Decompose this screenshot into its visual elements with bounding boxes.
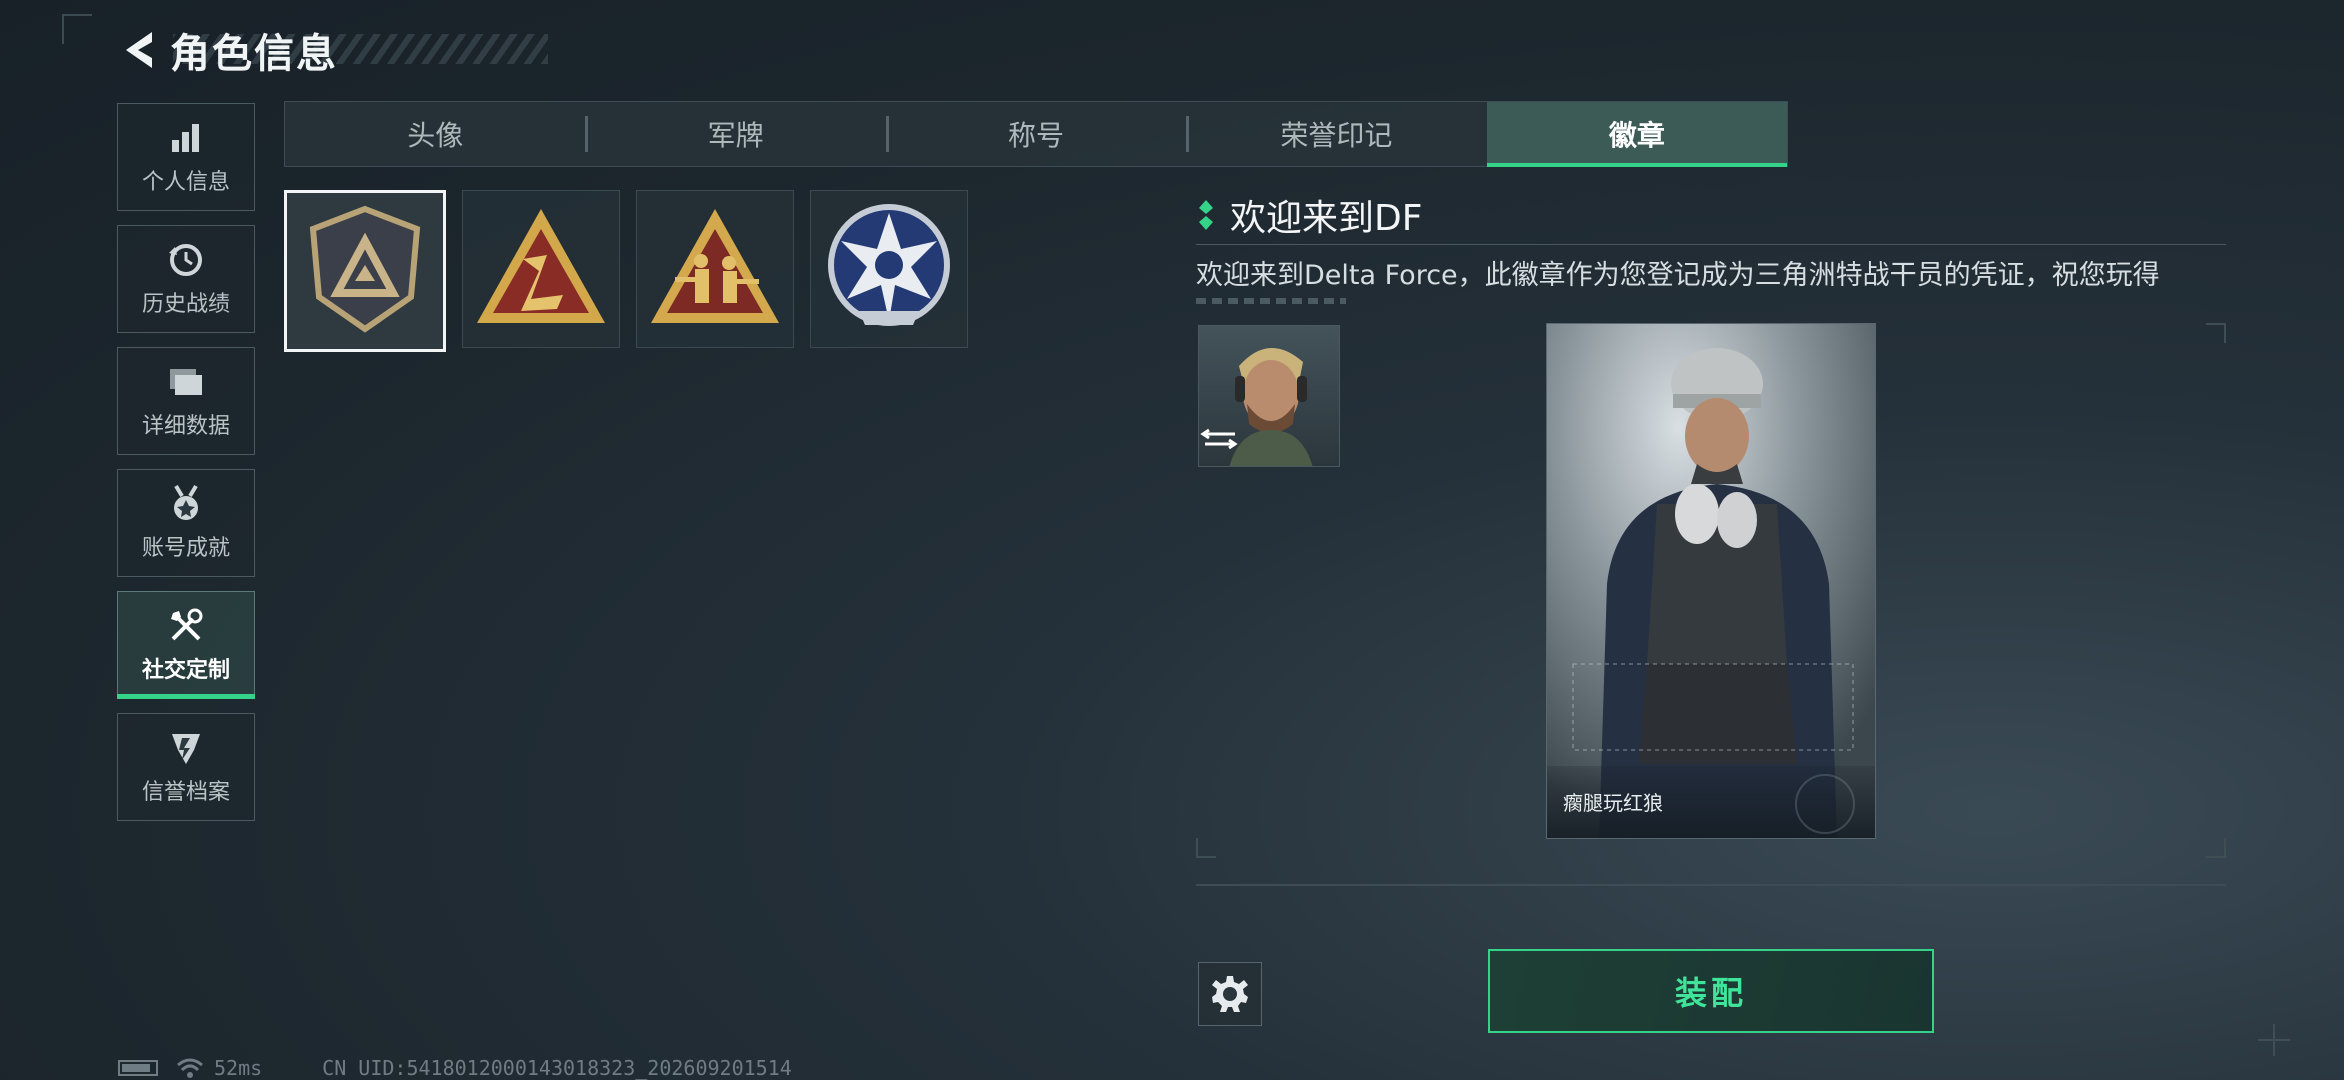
frame-corner [62,14,92,44]
plus-decoration-icon [2258,1024,2290,1056]
tab-badge[interactable]: 徽章 [1486,102,1788,167]
sidebar: 个人信息 历史战绩 详细数据 账号成就 社交定制 信誉档案 [117,103,255,835]
frame-corner [2206,323,2226,343]
card-ring-decoration [1795,774,1855,834]
sidebar-item-label: 详细数据 [141,414,230,439]
operator-card: 瘸腿玩红狼 [1546,323,1876,839]
operator-portrait-image [1199,326,1339,466]
history-clock-icon [166,240,206,280]
operator-avatar[interactable] [1198,325,1340,467]
sidebar-item-personal-info[interactable]: 个人信息 [117,103,255,211]
frame-corner [2206,838,2226,858]
tab-title[interactable]: 称号 [885,102,1186,166]
badge-item[interactable] [284,190,446,352]
badge-title: 欢迎来到DF [1230,198,1423,239]
page-header: 角色信息 [118,22,548,78]
badge-item[interactable] [636,190,794,348]
tab-dog-tag[interactable]: 军牌 [585,102,885,166]
badge-description: 欢迎来到Delta Force，此徽章作为您登记成为三角洲特战干员的凭证，祝您玩… [1196,260,2160,291]
player-name: 瘸腿玩红狼 [1563,791,1663,815]
ping-text: 52ms [214,1056,263,1080]
sidebar-item-label: 账号成就 [141,536,230,561]
frame-corner [1196,838,1216,858]
wifi-icon [177,1058,203,1078]
uid-text: CN UID:54180120001430183​23_202609201514 [322,1056,792,1080]
soldiers-triangle-badge-icon [651,209,779,323]
sidebar-item-label: 信誉档案 [141,780,230,805]
settings-button[interactable] [1198,962,1262,1026]
badge-item[interactable] [810,190,968,348]
faint-text-decoration [1196,298,1346,304]
credit-shield-icon [166,728,206,768]
badge-grid [284,190,968,352]
star-emblem-badge-icon [828,204,950,326]
sidebar-item-achievements[interactable]: 账号成就 [117,469,255,577]
sidebar-item-social-custom[interactable]: 社交定制 [117,591,255,699]
badge-detail-panel: 欢迎来到DF 欢迎来到Delta Force，此徽章作为您登记成为三角洲特战干员… [1196,190,2226,304]
gear-icon [1212,976,1248,1012]
sidebar-item-credit-file[interactable]: 信誉档案 [117,713,255,821]
sidebar-item-history[interactable]: 历史战绩 [117,225,255,333]
sidebar-item-label: 社交定制 [141,658,230,683]
category-tabs: 头像 军牌 称号 荣誉印记 徽章 [284,101,1788,167]
divider [1196,244,2226,245]
folders-icon [166,362,206,402]
tools-icon [166,606,206,646]
operator-full-image [1547,324,1875,838]
sidebar-item-label: 个人信息 [141,170,230,195]
sidebar-item-label: 历史战绩 [141,292,230,317]
status-bar: 52ms CN UID:54180120001430183​23_2026092… [118,1056,792,1080]
diamond-marker-icon [1199,200,1213,230]
medal-icon [166,484,206,524]
tab-avatar[interactable]: 头像 [285,102,585,166]
delta-shield-badge-icon [309,205,421,333]
divider [1196,884,2226,886]
red-triangle-badge-icon [477,209,605,323]
badge-item[interactable] [462,190,620,348]
battery-icon [118,1060,158,1076]
equip-button[interactable]: 装配 [1488,949,1934,1033]
page-title: 角色信息 [170,31,338,77]
sidebar-item-detailed-data[interactable]: 详细数据 [117,347,255,455]
bar-chart-icon [166,118,206,158]
tab-honor-mark[interactable]: 荣誉印记 [1186,102,1486,166]
back-arrow-icon [126,32,152,68]
back-button[interactable] [118,26,160,74]
